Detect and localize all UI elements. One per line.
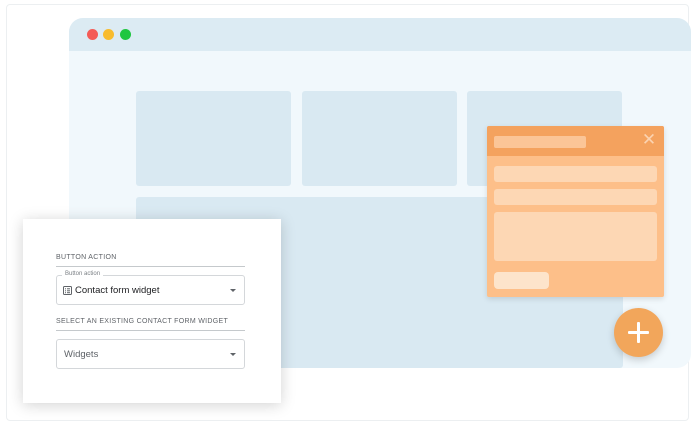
- add-widget-button[interactable]: [614, 308, 663, 357]
- close-icon[interactable]: ✕: [641, 131, 657, 148]
- minimize-window-dot[interactable]: [103, 29, 114, 40]
- widget-header: ✕: [487, 126, 664, 156]
- field-value: Contact form widget: [75, 285, 160, 296]
- maximize-window-dot[interactable]: [120, 29, 131, 40]
- field-legend: Button action: [62, 271, 104, 277]
- widget-textarea-placeholder: [494, 212, 657, 261]
- widget-input-placeholder: [494, 166, 657, 182]
- section-label-contact-widget: SELECT AN EXISTING CONTACT FORM WIDGET: [56, 318, 229, 325]
- content-placeholder: [136, 91, 291, 186]
- button-action-select[interactable]: Button action Contact form widget: [56, 271, 245, 305]
- widget-title-placeholder: [494, 136, 586, 148]
- widget-submit-placeholder: [494, 272, 549, 289]
- divider: [56, 330, 245, 331]
- chevron-down-icon: [230, 289, 236, 292]
- browser-titlebar: [69, 18, 691, 51]
- chevron-down-icon: [230, 353, 236, 356]
- plus-icon: [628, 322, 649, 343]
- form-list-icon: [63, 286, 72, 295]
- field-placeholder: Widgets: [64, 349, 99, 360]
- widgets-select[interactable]: Widgets: [56, 339, 245, 369]
- section-label-button-action: BUTTON ACTION: [56, 254, 117, 261]
- widget-input-placeholder: [494, 189, 657, 205]
- contact-form-widget: ✕: [487, 126, 664, 297]
- content-placeholder: [302, 91, 457, 186]
- close-window-dot[interactable]: [87, 29, 98, 40]
- button-settings-panel: BUTTON ACTION Button action Contact form…: [23, 219, 281, 403]
- divider: [56, 266, 245, 267]
